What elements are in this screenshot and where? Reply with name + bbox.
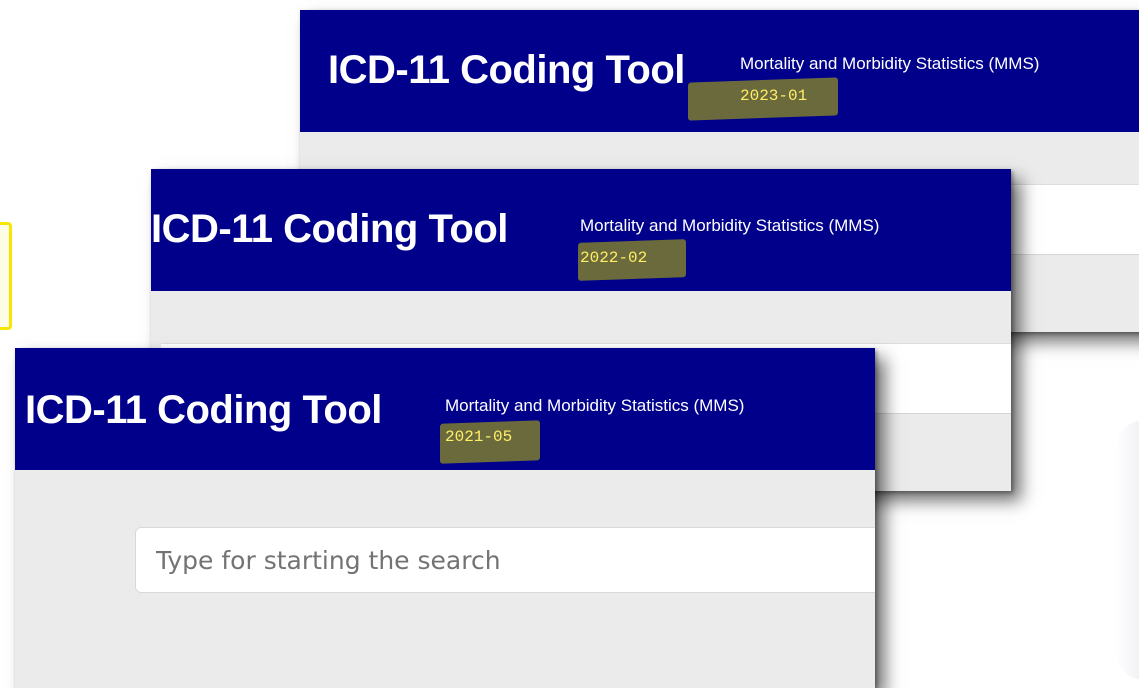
app-header: ICD-11 Coding Tool Mortality and Morbidi… (15, 348, 875, 470)
release-version: 2022-02 (580, 249, 648, 267)
app-title[interactable]: ICD-11 Coding Tool (328, 48, 685, 93)
release-version: 2021-05 (445, 428, 513, 446)
window-2021-05: ICD-11 Coding Tool Mortality and Morbidi… (15, 348, 875, 688)
classification-name: Mortality and Morbidity Statistics (MMS) (445, 396, 745, 415)
classification-name: Mortality and Morbidity Statistics (MMS) (580, 216, 880, 235)
yellow-highlight-frame (0, 222, 12, 330)
search-box (135, 527, 875, 593)
app-title[interactable]: ICD-11 Coding Tool (25, 388, 382, 433)
classification-name: Mortality and Morbidity Statistics (MMS) (740, 54, 1040, 73)
app-header: ICD-11 Coding Tool Mortality and Morbidi… (300, 10, 1139, 132)
search-panel (15, 470, 875, 688)
app-header: ICD-11 Coding Tool Mortality and Morbidi… (151, 169, 1011, 291)
app-title[interactable]: ICD-11 Coding Tool (151, 207, 508, 252)
background-decoration (1115, 420, 1139, 680)
search-panel (179, 291, 1011, 344)
release-version: 2023-01 (740, 87, 808, 105)
search-input[interactable] (136, 528, 875, 592)
